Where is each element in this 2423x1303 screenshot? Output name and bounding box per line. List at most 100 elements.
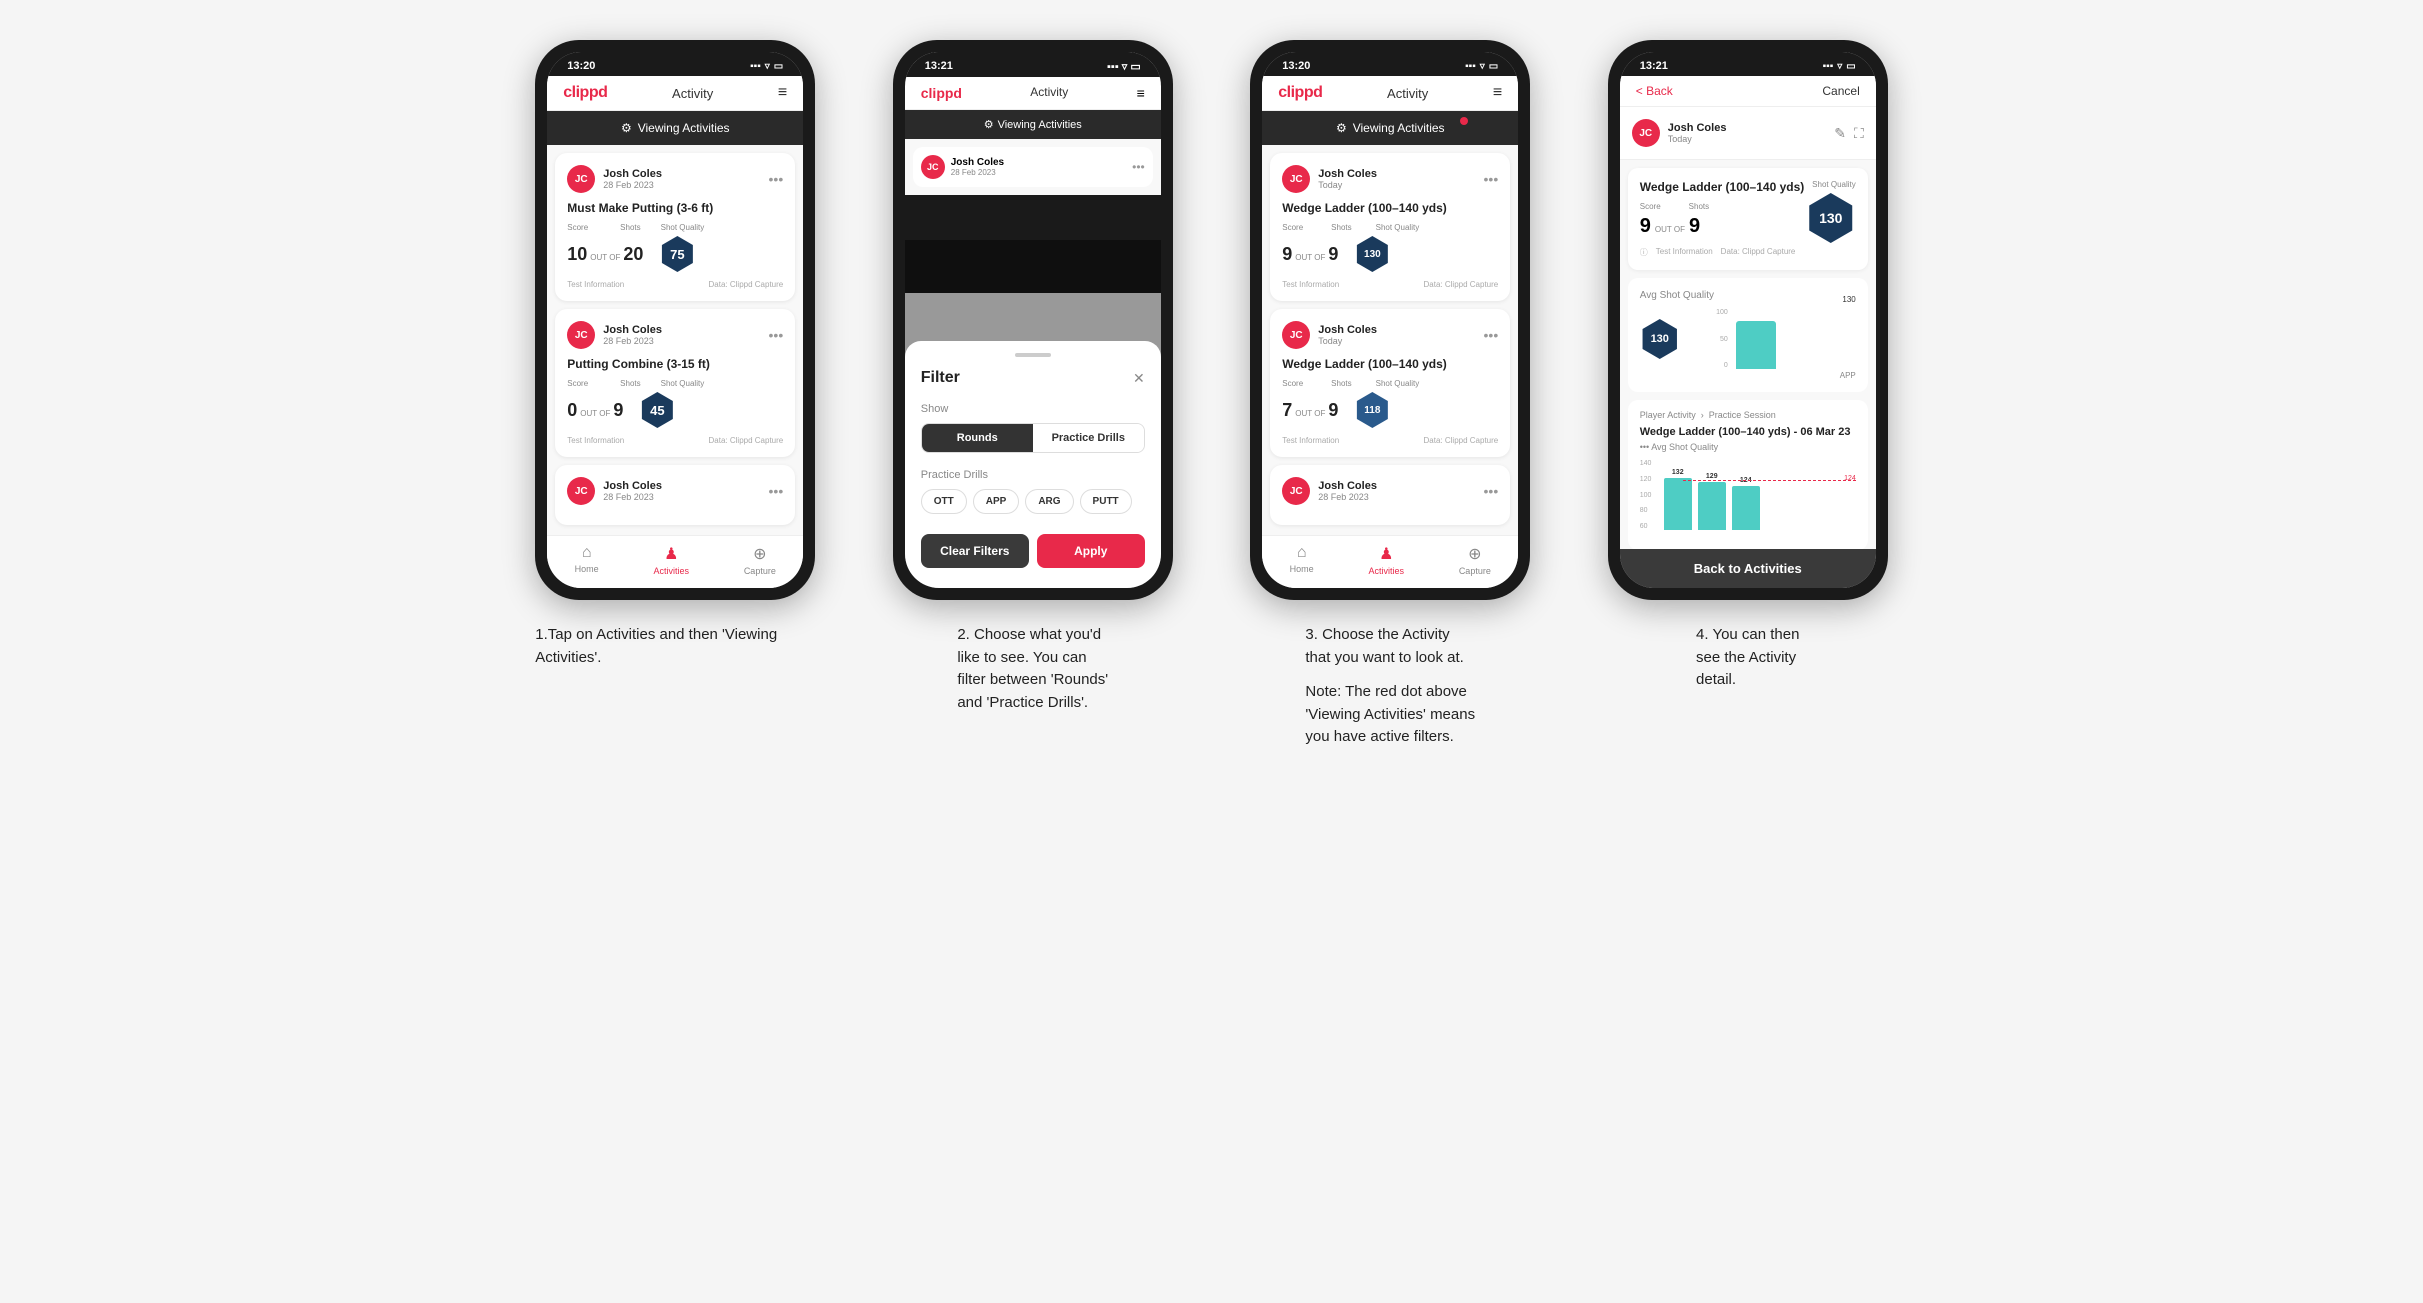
avatar-3-2: JC	[1282, 321, 1310, 349]
score-val-3-2: 7	[1282, 400, 1292, 421]
clear-filters-btn[interactable]: Clear Filters	[921, 534, 1029, 568]
tab-activities-1[interactable]: ♟ Activities	[653, 544, 689, 576]
detail-back-bar: < Back Cancel	[1620, 76, 1876, 107]
avatar-4: JC	[1632, 119, 1660, 147]
avatar-2: JC	[567, 321, 595, 349]
edit-icon[interactable]: ✎	[1834, 125, 1846, 142]
battery-icon-4: ▭	[1846, 61, 1855, 72]
sq-badge-1: 75	[659, 236, 695, 272]
signal-icon-4: ▪▪▪	[1823, 61, 1834, 72]
activities-banner-3[interactable]: ⚙ Viewing Activities	[1262, 111, 1518, 145]
activities-banner-1[interactable]: ⚙ Viewing Activities	[547, 111, 803, 145]
filter-actions: Clear Filters Apply	[921, 534, 1145, 568]
step-3-description: 3. Choose the Activity that you want to …	[1305, 624, 1475, 749]
practice-drills-btn[interactable]: Practice Drills	[1033, 424, 1144, 452]
chart-y-labels: 100 50 0	[1688, 309, 1728, 369]
phone1-content: JC Josh Coles 28 Feb 2023 ••• Must Make …	[547, 145, 803, 535]
card-title-3-1: Wedge Ladder (100–140 yds)	[1282, 201, 1498, 215]
nav-menu-3[interactable]: ≡	[1493, 84, 1502, 102]
sq-badge-3-1: 130	[1354, 236, 1390, 272]
activities-icon-1: ♟	[664, 544, 678, 564]
activity-card-3-2[interactable]: JC Josh Coles Today ••• Wedge Ladder (10…	[1270, 309, 1510, 457]
chip-app[interactable]: APP	[973, 489, 1020, 514]
card-footer-right-2: Data: Clippd Capture	[709, 436, 784, 445]
chart-bar-app	[1736, 321, 1776, 369]
step-1-description: 1.Tap on Activities and then 'Viewing Ac…	[535, 624, 815, 669]
battery-icon-3: ▭	[1489, 61, 1498, 72]
score-label-1: Score	[567, 223, 588, 232]
apply-btn[interactable]: Apply	[1037, 534, 1145, 568]
drill-bar-2	[1698, 482, 1726, 530]
card-footer-right-1: Data: Clippd Capture	[709, 280, 784, 289]
battery-icon: ▭	[774, 61, 783, 72]
status-bar-3: 13:20 ▪▪▪ ▿ ▭	[1262, 52, 1518, 76]
card-menu-3-3[interactable]: •••	[1484, 483, 1499, 499]
tab-home-1[interactable]: ⌂ Home	[575, 544, 599, 576]
shots-val-1: 20	[623, 244, 643, 265]
drill-detail-title: Wedge Ladder (100–140 yds) - 06 Mar 23	[1640, 426, 1856, 438]
filter-close-button[interactable]: ✕	[1133, 370, 1145, 387]
phone3-content: JC Josh Coles Today ••• Wedge Ladder (10…	[1262, 145, 1518, 535]
tab-capture-3[interactable]: ⊕ Capture	[1459, 544, 1491, 576]
tab-capture-1[interactable]: ⊕ Capture	[744, 544, 776, 576]
drill-bar-chart: 140 120 100 80 60 132	[1640, 460, 1856, 540]
step-1-column: 13:20 ▪▪▪ ▿ ▭ clippd Activity ≡ ⚙ View	[512, 40, 840, 749]
card-menu-3[interactable]: •••	[769, 483, 784, 499]
activity-card-2[interactable]: JC Josh Coles 28 Feb 2023 ••• Putting Co…	[555, 309, 795, 457]
phone-4: 13:21 ▪▪▪ ▿ ▭ < Back Cancel	[1608, 40, 1888, 600]
banner-text-2-bg: Viewing Activities	[998, 119, 1082, 131]
card-menu-2[interactable]: •••	[769, 327, 784, 343]
rounds-btn[interactable]: Rounds	[922, 424, 1033, 452]
avatar-3-3: JC	[1282, 477, 1310, 505]
drill-detail-subtitle: ••• Avg Shot Quality	[1640, 442, 1856, 452]
card-menu-1[interactable]: •••	[769, 171, 784, 187]
show-label: Show	[921, 403, 1145, 415]
user-date-3-2: Today	[1318, 336, 1377, 346]
capture-icon-3: ⊕	[1468, 544, 1481, 564]
card-footer-left-1: Test Information	[567, 280, 624, 289]
status-time-2-bg: 13:21	[925, 60, 953, 73]
score-val-1: 10	[567, 244, 587, 265]
back-to-activities-btn[interactable]: Back to Activities	[1620, 549, 1876, 588]
nav-menu-1[interactable]: ≡	[778, 84, 787, 102]
step-4-column: 13:21 ▪▪▪ ▿ ▭ < Back Cancel	[1584, 40, 1912, 749]
nav-logo-3: clippd	[1278, 84, 1322, 102]
phone-1: 13:20 ▪▪▪ ▿ ▭ clippd Activity ≡ ⚙ View	[535, 40, 815, 600]
activity-card-3[interactable]: JC Josh Coles 28 Feb 2023 •••	[555, 465, 795, 525]
target-value: 124	[1844, 475, 1856, 482]
avatar-1: JC	[567, 165, 595, 193]
tab-activities-3[interactable]: ♟ Activities	[1368, 544, 1404, 576]
activity-card-1[interactable]: JC Josh Coles 28 Feb 2023 ••• Must Make …	[555, 153, 795, 301]
card-menu-3-2[interactable]: •••	[1484, 327, 1499, 343]
activity-card-3-1[interactable]: JC Josh Coles Today ••• Wedge Ladder (10…	[1270, 153, 1510, 301]
user-name-3-3: Josh Coles	[1318, 480, 1377, 492]
status-time-3: 13:20	[1282, 60, 1310, 72]
phone-2: 13:21 ▪▪▪ ▿ ▭ clippd Activity ≡ ⚙ Viewin…	[893, 40, 1173, 600]
sq-badge-3-2: 118	[1354, 392, 1390, 428]
nav-title-2-bg: Activity	[1030, 85, 1068, 101]
chip-ott[interactable]: OTT	[921, 489, 967, 514]
bar-group-3: 124	[1732, 477, 1760, 530]
user-date-3: 28 Feb 2023	[603, 492, 662, 502]
bottom-tabs-1: ⌂ Home ♟ Activities ⊕ Capture	[547, 535, 803, 588]
card-title-2: Putting Combine (3-15 ft)	[567, 357, 783, 371]
step-2-column: 13:21 ▪▪▪ ▿ ▭ clippd Activity ≡ ⚙ Viewin…	[869, 40, 1197, 749]
sq-label-1: Shot Quality	[661, 223, 705, 232]
status-time-4: 13:21	[1640, 60, 1668, 72]
shots-val-3-1: 9	[1328, 244, 1338, 265]
sq-badge-2: 45	[639, 392, 675, 428]
activity-card-3-3[interactable]: JC Josh Coles 28 Feb 2023 •••	[1270, 465, 1510, 525]
chip-arg[interactable]: ARG	[1025, 489, 1073, 514]
status-icons-1: ▪▪▪ ▿ ▭	[750, 61, 783, 72]
chip-putt[interactable]: PUTT	[1080, 489, 1132, 514]
card-menu-3-1[interactable]: •••	[1484, 171, 1499, 187]
cancel-button[interactable]: Cancel	[1822, 84, 1859, 98]
user-name-2: Josh Coles	[603, 324, 662, 336]
user-name-3: Josh Coles	[603, 480, 662, 492]
back-button[interactable]: < Back	[1636, 84, 1673, 98]
user-name-3-1: Josh Coles	[1318, 168, 1377, 180]
detail-user-header: JC Josh Coles Today ✎ ⛶	[1620, 107, 1876, 160]
tab-home-3[interactable]: ⌂ Home	[1290, 544, 1314, 576]
nav-logo-2-bg: clippd	[921, 85, 962, 101]
expand-icon[interactable]: ⛶	[1854, 125, 1864, 142]
